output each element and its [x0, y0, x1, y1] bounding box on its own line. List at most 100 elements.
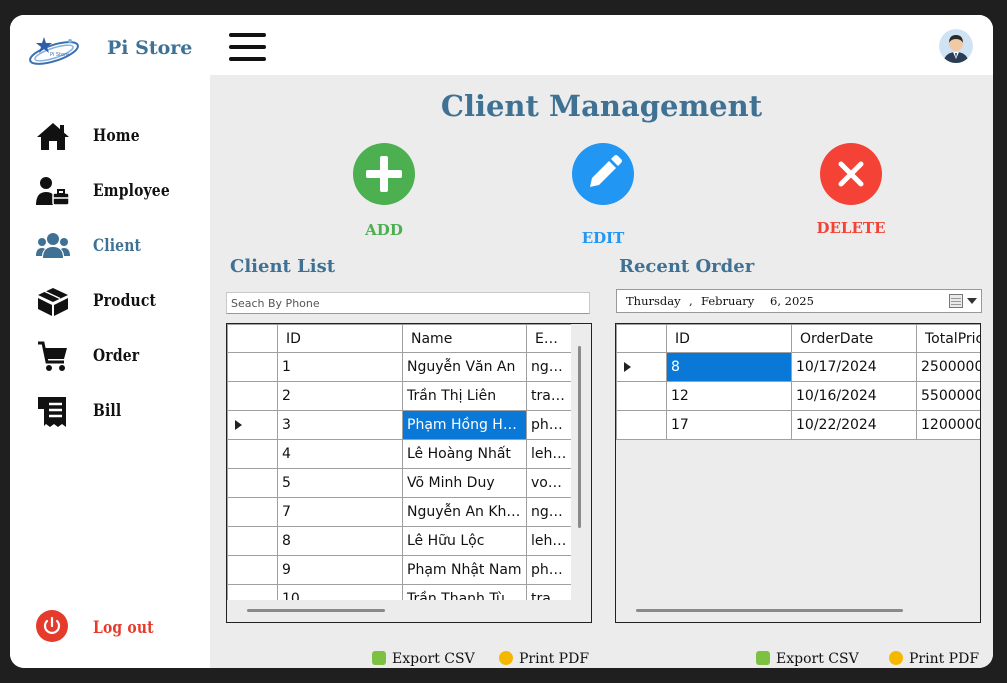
order-date-picker[interactable]: Thursday , February 6, 2025 — [616, 289, 982, 313]
csv-icon — [372, 651, 386, 665]
cell-id[interactable]: 8 — [277, 526, 403, 556]
recent-order-title: Recent Order — [619, 256, 755, 277]
column-header-id[interactable]: ID — [666, 324, 792, 353]
sidebar-item-product[interactable]: Product — [36, 285, 196, 321]
cell-id-selected[interactable]: 8 — [666, 352, 792, 382]
client-grid[interactable]: ID Name Email 1 Nguyễn Văn An nguye 2 Tr… — [226, 323, 592, 623]
date-weekday[interactable]: Thursday — [626, 294, 681, 308]
table-row[interactable]: 9 Phạm Nhật Nam pham — [227, 555, 572, 585]
printer-icon — [889, 651, 903, 665]
user-avatar[interactable] — [939, 29, 973, 63]
search-input[interactable] — [226, 292, 590, 314]
order-export-csv-button[interactable]: Export CSV — [756, 651, 859, 667]
sidebar-item-client[interactable]: Client — [36, 230, 196, 266]
table-row-current[interactable]: 8 10/17/2024 2500000.00 — [616, 352, 980, 382]
print-pdf-label: Print PDF — [519, 651, 590, 667]
edit-button[interactable]: EDIT — [558, 143, 648, 247]
cell-id[interactable]: 1 — [277, 352, 403, 382]
cell-email[interactable]: tranth — [526, 381, 572, 411]
date-day-year[interactable]: 6, 2025 — [770, 294, 814, 308]
cell-name-selected[interactable]: Phạm Hồng Hạnh — [402, 410, 527, 440]
cell-name[interactable]: Nguyễn An Khang — [402, 497, 527, 527]
cell-name[interactable]: Trần Thị Liên — [402, 381, 527, 411]
table-row-current[interactable]: 3 Phạm Hồng Hạnh pham — [227, 410, 572, 440]
row-header[interactable] — [227, 497, 278, 527]
table-row[interactable]: 7 Nguyễn An Khang nguye — [227, 497, 572, 527]
cell-name[interactable]: Lê Hoàng Nhất — [402, 439, 527, 469]
cell-name[interactable]: Lê Hữu Lộc — [402, 526, 527, 556]
cell-orderdate[interactable]: 10/17/2024 — [791, 352, 917, 382]
column-header-email[interactable]: Email — [526, 324, 572, 353]
cell-totalprice[interactable]: 2500000.00 — [916, 352, 980, 382]
cell-id[interactable]: 4 — [277, 439, 403, 469]
cell-orderdate[interactable]: 10/16/2024 — [791, 381, 917, 411]
cell-id[interactable]: 17 — [666, 410, 792, 440]
client-print-pdf-button[interactable]: Print PDF — [499, 651, 589, 667]
add-button[interactable]: ADD — [339, 143, 429, 239]
table-row[interactable]: 2 Trần Thị Liên tranth — [227, 381, 572, 411]
sidebar-item-bill[interactable]: Bill — [36, 395, 196, 431]
logout-button[interactable]: Log out — [36, 610, 196, 646]
row-header[interactable] — [227, 468, 278, 498]
table-row[interactable]: 1 Nguyễn Văn An nguye — [227, 352, 572, 382]
table-row[interactable]: 12 10/16/2024 5500000.00 — [616, 381, 980, 411]
horizontal-scrollbar[interactable] — [636, 609, 903, 612]
export-csv-label: Export CSV — [392, 651, 475, 667]
cell-email[interactable]: vomin — [526, 468, 572, 498]
row-header[interactable] — [227, 381, 278, 411]
order-grid[interactable]: ID OrderDate TotalPrice 8 10/17/2024 250… — [615, 323, 981, 623]
row-header[interactable] — [227, 526, 278, 556]
edit-label: EDIT — [581, 229, 625, 247]
row-header[interactable] — [227, 410, 278, 440]
column-header-totalprice[interactable]: TotalPrice — [916, 324, 980, 353]
cell-id[interactable]: 5 — [277, 468, 403, 498]
row-header[interactable] — [616, 410, 667, 440]
cell-email[interactable]: nguye — [526, 497, 572, 527]
table-row[interactable]: 17 10/22/2024 12000000.00 — [616, 410, 980, 440]
sidebar-item-employee[interactable]: Employee — [36, 175, 196, 211]
row-header[interactable] — [227, 439, 278, 469]
column-header-orderdate[interactable]: OrderDate — [791, 324, 917, 353]
export-csv-label: Export CSV — [776, 651, 859, 667]
table-row[interactable]: 8 Lê Hữu Lộc lehuu — [227, 526, 572, 556]
column-header-id[interactable]: ID — [277, 324, 403, 353]
cell-name[interactable]: Phạm Nhật Nam — [402, 555, 527, 585]
sidebar-item-home[interactable]: Home — [36, 120, 196, 156]
cell-email[interactable]: pham — [526, 555, 572, 585]
cell-id[interactable]: 3 — [277, 410, 403, 440]
date-month[interactable]: February — [701, 294, 754, 308]
client-export-csv-button[interactable]: Export CSV — [372, 651, 475, 667]
cell-id[interactable]: 7 — [277, 497, 403, 527]
cell-id[interactable]: 12 — [666, 381, 792, 411]
calendar-icon[interactable] — [949, 294, 963, 308]
cell-email[interactable]: nguye — [526, 352, 572, 382]
row-header[interactable] — [227, 555, 278, 585]
sidebar-item-label: Product — [93, 291, 157, 311]
chevron-down-icon[interactable] — [967, 298, 977, 304]
cell-id[interactable]: 9 — [277, 555, 403, 585]
cell-id[interactable]: 2 — [277, 381, 403, 411]
sidebar-item-order[interactable]: Order — [36, 340, 196, 376]
menu-icon[interactable] — [229, 33, 266, 63]
cell-totalprice[interactable]: 5500000.00 — [916, 381, 980, 411]
cell-orderdate[interactable]: 10/22/2024 — [791, 410, 917, 440]
top-bar — [210, 15, 993, 75]
column-header-name[interactable]: Name — [402, 324, 527, 353]
cell-name[interactable]: Võ Minh Duy — [402, 468, 527, 498]
cell-email[interactable]: lehuu — [526, 526, 572, 556]
order-print-pdf-button[interactable]: Print PDF — [889, 651, 979, 667]
table-row[interactable]: 5 Võ Minh Duy vomin — [227, 468, 572, 498]
delete-button[interactable]: DELETE — [806, 143, 896, 237]
vertical-scrollbar[interactable] — [578, 346, 581, 528]
cell-email[interactable]: pham — [526, 410, 572, 440]
cell-totalprice[interactable]: 12000000.00 — [916, 410, 980, 440]
cell-name[interactable]: Nguyễn Văn An — [402, 352, 527, 382]
cell-email[interactable]: lehoa — [526, 439, 572, 469]
table-row[interactable]: 4 Lê Hoàng Nhất lehoa — [227, 439, 572, 469]
printer-icon — [499, 651, 513, 665]
row-header[interactable] — [227, 352, 278, 382]
row-header[interactable] — [616, 381, 667, 411]
current-row-arrow-icon — [624, 362, 631, 372]
row-header[interactable] — [616, 352, 667, 382]
horizontal-scrollbar[interactable] — [247, 609, 385, 612]
